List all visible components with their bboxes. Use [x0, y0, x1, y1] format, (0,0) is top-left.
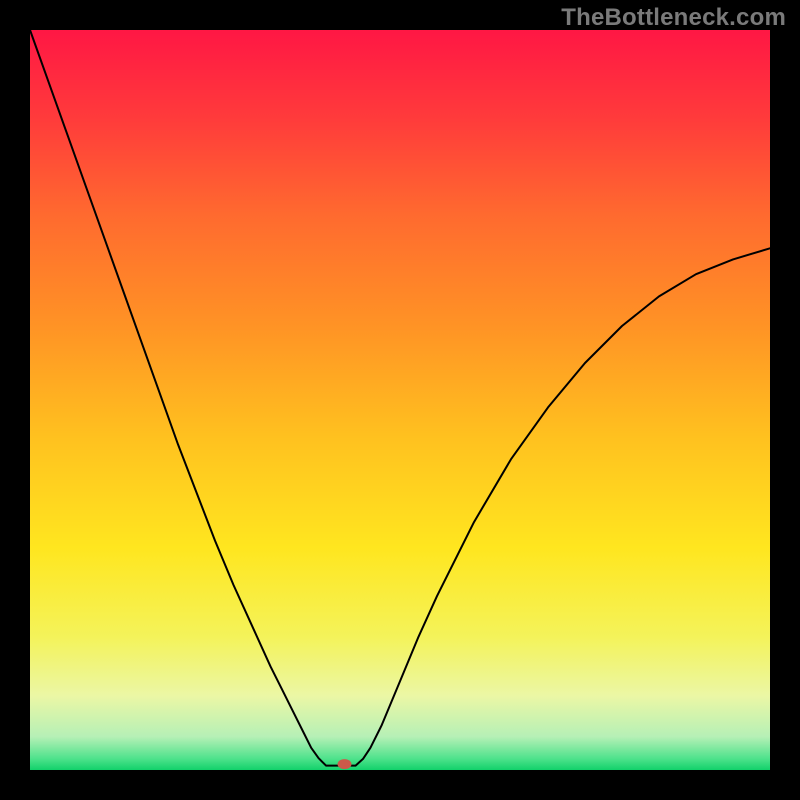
- watermark-text: TheBottleneck.com: [561, 4, 786, 32]
- bottleneck-chart: [0, 0, 800, 800]
- chart-frame: TheBottleneck.com: [0, 0, 800, 800]
- gradient-background: [30, 30, 770, 770]
- optimal-point-marker: [338, 759, 352, 769]
